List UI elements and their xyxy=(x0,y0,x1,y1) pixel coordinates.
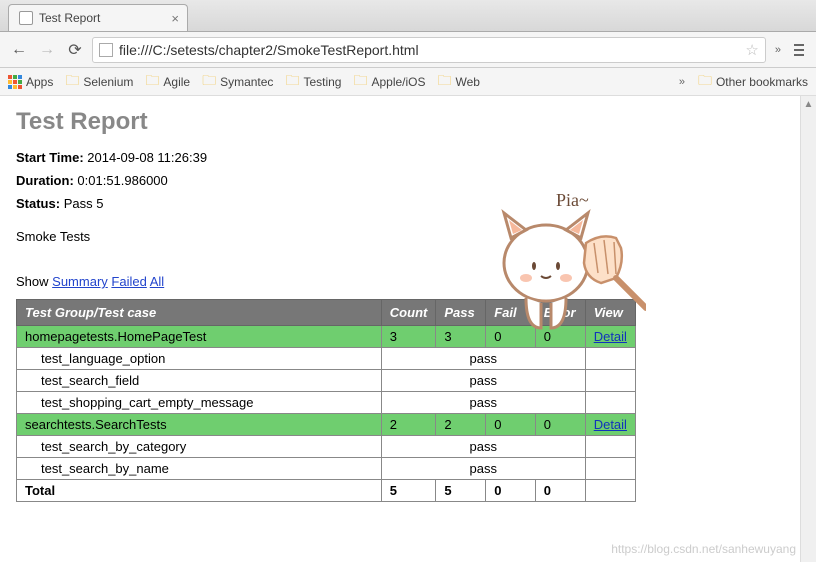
bookmarks-bar: Apps 🗀Selenium 🗀Agile 🗀Symantec 🗀Testing… xyxy=(0,68,816,96)
folder-icon: 🗀 xyxy=(65,70,79,94)
group-name: homepagetests.HomePageTest xyxy=(17,326,382,348)
case-row: test_search_field pass xyxy=(17,370,636,392)
reload-button[interactable]: ⟳ xyxy=(64,39,86,61)
folder-icon: 🗀 xyxy=(202,70,216,94)
scrollbar[interactable]: ▲ xyxy=(800,96,816,562)
bookmarks-overflow-icon[interactable]: » xyxy=(676,76,688,88)
browser-toolbar: ← → ⟳ file:///C:/setests/chapter2/SmokeT… xyxy=(0,32,816,68)
cat-text-icon: Pia~ xyxy=(556,190,589,210)
tab-title: Test Report xyxy=(39,11,100,25)
browser-tab[interactable]: Test Report × xyxy=(8,4,188,31)
back-button[interactable]: ← xyxy=(8,39,30,61)
bookmark-star-icon[interactable]: ☆ xyxy=(745,41,758,59)
show-failed-link[interactable]: Failed xyxy=(111,274,146,289)
watermark: https://blog.csdn.net/sanhewuyang xyxy=(611,542,796,556)
group-row: searchtests.SearchTests 22 00 Detail xyxy=(17,414,636,436)
page-icon xyxy=(99,43,113,57)
bookmark-folder[interactable]: 🗀Agile xyxy=(145,70,190,94)
duration: Duration: 0:01:51.986000 xyxy=(16,173,800,188)
case-name: test_language_option xyxy=(17,348,382,370)
folder-icon: 🗀 xyxy=(438,70,452,94)
total-row: Total5 50 0 xyxy=(17,480,636,502)
cat-illustration: Pia~ xyxy=(486,188,646,338)
url-text: file:///C:/setests/chapter2/SmokeTestRep… xyxy=(119,42,739,58)
case-result: pass xyxy=(381,348,585,370)
scroll-up-icon[interactable]: ▲ xyxy=(801,96,816,112)
case-row: test_shopping_cart_empty_message pass xyxy=(17,392,636,414)
hamburger-menu-icon[interactable] xyxy=(790,44,808,56)
case-result: pass xyxy=(381,392,585,414)
bookmark-folder[interactable]: 🗀Testing xyxy=(285,70,341,94)
th-pass: Pass xyxy=(436,300,486,326)
status: Status: Pass 5 xyxy=(16,196,800,211)
th-count: Count xyxy=(381,300,436,326)
detail-link[interactable]: Detail xyxy=(594,417,627,432)
case-name: test_search_field xyxy=(17,370,382,392)
folder-icon: 🗀 xyxy=(698,70,712,94)
case-row: test_search_by_category pass xyxy=(17,436,636,458)
apps-button[interactable]: Apps xyxy=(8,75,53,89)
folder-icon: 🗀 xyxy=(285,70,299,94)
group-name: searchtests.SearchTests xyxy=(17,414,382,436)
folder-icon: 🗀 xyxy=(353,70,367,94)
case-name: test_shopping_cart_empty_message xyxy=(17,392,382,414)
case-row: test_language_option pass xyxy=(17,348,636,370)
bookmark-folder[interactable]: 🗀Web xyxy=(438,70,480,94)
page-title: Test Report xyxy=(16,108,800,136)
suite-name: Smoke Tests xyxy=(16,229,800,244)
browser-tab-bar: Test Report × xyxy=(0,0,816,32)
case-name: test_search_by_name xyxy=(17,458,382,480)
case-name: test_search_by_category xyxy=(17,436,382,458)
apps-label: Apps xyxy=(26,75,53,89)
folder-icon: 🗀 xyxy=(145,70,159,94)
bookmark-folder[interactable]: 🗀Apple/iOS xyxy=(353,70,425,94)
apps-grid-icon xyxy=(8,75,22,89)
case-result: pass xyxy=(381,370,585,392)
page-content: Test Report Start Time: 2014-09-08 11:26… xyxy=(0,96,816,514)
case-result: pass xyxy=(381,436,585,458)
overflow-chevron-icon[interactable]: » xyxy=(772,44,784,56)
bookmark-folder[interactable]: 🗀Symantec xyxy=(202,70,273,94)
show-summary-link[interactable]: Summary xyxy=(52,274,108,289)
show-all-link[interactable]: All xyxy=(150,274,164,289)
other-bookmarks[interactable]: 🗀Other bookmarks xyxy=(698,70,808,94)
bookmark-folder[interactable]: 🗀Selenium xyxy=(65,70,133,94)
case-result: pass xyxy=(381,458,585,480)
forward-button[interactable]: → xyxy=(36,39,58,61)
th-name: Test Group/Test case xyxy=(17,300,382,326)
page-icon xyxy=(19,11,33,25)
close-icon[interactable]: × xyxy=(171,11,179,26)
filter-links: Show Summary Failed All xyxy=(16,274,800,289)
start-time: Start Time: 2014-09-08 11:26:39 xyxy=(16,150,800,165)
case-row: test_search_by_name pass xyxy=(17,458,636,480)
address-bar[interactable]: file:///C:/setests/chapter2/SmokeTestRep… xyxy=(92,37,766,63)
